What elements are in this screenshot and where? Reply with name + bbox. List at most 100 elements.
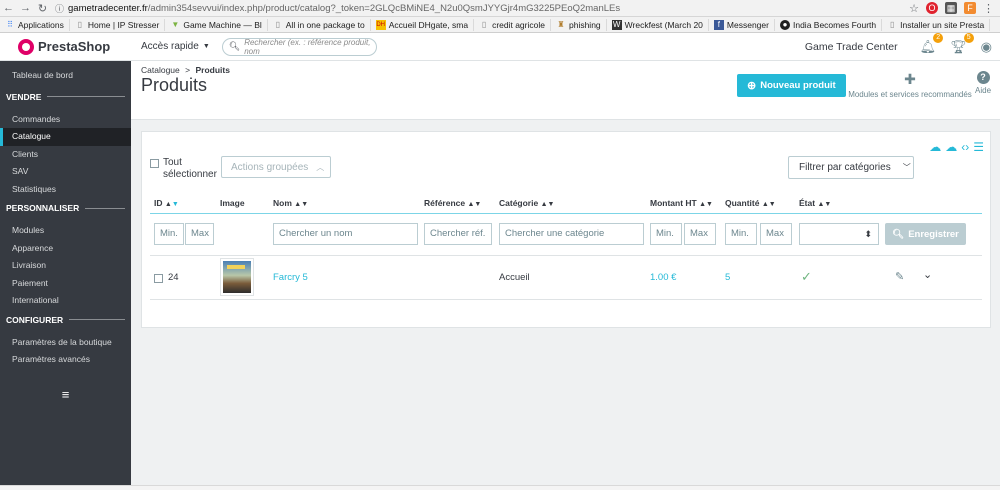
extension-icon[interactable]: F: [964, 2, 976, 14]
sort-icon[interactable]: ▲▼: [817, 201, 831, 208]
price-max-input[interactable]: Max: [684, 223, 716, 245]
id-min-input[interactable]: Min.: [154, 223, 184, 245]
sidebar-item-payment[interactable]: Paiement: [0, 275, 131, 293]
sidebar-item-shop-params[interactable]: Paramètres de la boutique: [0, 334, 131, 352]
quantity-max-input[interactable]: Max: [760, 223, 792, 245]
quantity-min-input[interactable]: Min.: [725, 223, 757, 245]
sort-icon[interactable]: ▲▼: [762, 201, 776, 208]
back-icon[interactable]: ←: [0, 2, 17, 14]
column-header-id[interactable]: ID ▲▼: [154, 198, 179, 208]
column-header-reference[interactable]: Référence ▲▼: [424, 198, 481, 208]
sort-icon[interactable]: ▲▼: [467, 201, 481, 208]
sidebar-item-dashboard[interactable]: Tableau de bord: [0, 67, 131, 85]
sort-icon[interactable]: ▲▼: [294, 201, 308, 208]
save-filters-button[interactable]: 🔍︎ Enregistrer: [885, 223, 966, 245]
reference-search-input[interactable]: Chercher réf.: [424, 223, 492, 245]
url-field[interactable]: ⓘ gametradecenter.fr/admin354sevvui/inde…: [55, 2, 620, 15]
category-filter-label: Filtrer par catégories: [799, 162, 891, 173]
check-icon[interactable]: ✓: [801, 269, 812, 285]
reload-icon[interactable]: ↻: [34, 2, 51, 15]
account-icon[interactable]: ◉: [981, 39, 992, 55]
product-name-link[interactable]: Farcry 5: [273, 272, 308, 283]
bookmark-label: credit agricole: [492, 19, 545, 30]
star-icon[interactable]: ☆: [909, 2, 919, 15]
column-header-quantity[interactable]: Quantité ▲▼: [725, 198, 776, 208]
bookmark-item[interactable]: DH Accueil DHgate, sma: [371, 18, 475, 31]
trophy-icon[interactable]: 🏆︎ 5: [950, 32, 974, 55]
breadcrumb: Catalogue > Produits: [141, 65, 230, 75]
page-icon: ▯: [889, 19, 895, 29]
new-product-button[interactable]: ⊕ Nouveau produit: [737, 74, 846, 97]
sort-icon[interactable]: ▲▼: [699, 201, 713, 208]
bookmark-item[interactable]: ▼ Game Machine — Bl: [165, 18, 268, 31]
bookmark-item[interactable]: ▯ Home | IP Stresser: [70, 18, 166, 31]
column-header-category[interactable]: Catégorie ▲▼: [499, 198, 554, 208]
bookmark-label: India Becomes Fourth: [792, 19, 877, 30]
sidebar-item-advanced-params[interactable]: Paramètres avancés: [0, 351, 131, 369]
help-icon: ?: [976, 71, 990, 84]
column-header-status[interactable]: État ▲▼: [799, 198, 831, 208]
list-icon[interactable]: ☰: [973, 140, 984, 154]
forward-icon[interactable]: →: [17, 2, 34, 14]
sidebar-item-catalog[interactable]: Catalogue: [0, 128, 131, 146]
breadcrumb-catalog[interactable]: Catalogue: [141, 65, 180, 75]
menu-collapse-icon[interactable]: ≡: [0, 387, 131, 402]
edit-icon[interactable]: ✎: [895, 270, 904, 283]
search-input[interactable]: 🔍︎ Rechercher (ex. : référence produit, …: [221, 37, 377, 56]
bookmark-item[interactable]: ● India Becomes Fourth: [775, 18, 883, 31]
bookmark-item[interactable]: ▯ Installer un site Presta: [882, 18, 991, 31]
extension-icon[interactable]: ▦: [945, 2, 957, 14]
bulk-actions-label: Actions groupées: [231, 161, 309, 173]
menu-icon[interactable]: ⋮: [983, 2, 994, 15]
price-min-input[interactable]: Min.: [650, 223, 682, 245]
bookmark-item[interactable]: f Messenger: [709, 18, 775, 31]
name-search-input[interactable]: Chercher un nom: [273, 223, 418, 245]
sidebar-item-appearance[interactable]: Apparence: [0, 240, 131, 258]
quick-access-menu[interactable]: Accès rapide ▼: [141, 41, 210, 52]
category-search-input[interactable]: Chercher une catégorie: [499, 223, 644, 245]
help-label: Aide: [975, 86, 992, 95]
cloud-download-icon[interactable]: ☁: [945, 140, 957, 154]
recommended-modules-link[interactable]: ✚ Modules et services recommandés: [848, 71, 972, 99]
product-price[interactable]: 1.00 €: [650, 272, 676, 283]
sidebar-item-stats[interactable]: Statistiques: [0, 181, 131, 199]
product-thumbnail[interactable]: [220, 258, 254, 296]
status-select[interactable]: ⬍: [799, 223, 879, 245]
bell-icon[interactable]: 🔔︎ 2: [920, 32, 944, 55]
page-header: Catalogue > Produits Produits ⊕ Nouveau …: [131, 61, 1000, 120]
help-link[interactable]: ? Aide: [975, 71, 991, 95]
logo-icon: [18, 38, 34, 55]
column-header-name[interactable]: Nom ▲▼: [273, 198, 308, 208]
code-icon[interactable]: ‹›: [961, 140, 969, 154]
chevron-down-icon[interactable]: ⌄: [923, 268, 932, 281]
checkbox[interactable]: [150, 159, 159, 168]
id-max-input[interactable]: Max: [185, 223, 214, 245]
sidebar-item-sav[interactable]: SAV: [0, 163, 131, 181]
sidebar-item-modules[interactable]: Modules: [0, 222, 131, 240]
chevron-down-icon: ﹀: [902, 163, 911, 172]
select-all-checkbox[interactable]: Tout sélectionner: [150, 157, 227, 181]
bookmark-item[interactable]: ▯ All in one package to: [268, 18, 371, 31]
column-header-image: Image: [220, 198, 245, 208]
bulk-actions-dropdown[interactable]: Actions groupées ︿: [221, 156, 331, 178]
category-filter-dropdown[interactable]: Filtrer par catégories ﹀: [788, 156, 914, 179]
chevron-up-icon: ︿: [316, 162, 325, 172]
sort-icon[interactable]: ▲▼: [541, 201, 555, 208]
product-quantity[interactable]: 5: [725, 272, 730, 283]
cloud-upload-icon[interactable]: ☁: [929, 140, 941, 154]
row-checkbox[interactable]: [154, 274, 163, 283]
bookmark-applications[interactable]: ⠿ Applications: [0, 18, 70, 31]
prestashop-logo[interactable]: PrestaShop: [0, 38, 131, 55]
sidebar-section-configure: CONFIGURER: [0, 310, 131, 330]
sort-icon[interactable]: ▲▼: [165, 201, 179, 208]
sidebar-item-customers[interactable]: Clients: [0, 146, 131, 164]
shop-name-link[interactable]: Game Trade Center: [805, 41, 898, 53]
opera-icon[interactable]: O: [926, 2, 938, 14]
sidebar-item-international[interactable]: International: [0, 292, 131, 310]
bookmark-item[interactable]: ▯ credit agricole: [474, 18, 551, 31]
sidebar-item-orders[interactable]: Commandes: [0, 111, 131, 129]
column-header-price[interactable]: Montant HT ▲▼: [650, 198, 713, 208]
bookmark-item[interactable]: W Wreckfest (March 20: [607, 18, 709, 31]
bookmark-item[interactable]: ♜ phishing: [551, 18, 607, 31]
sidebar-item-shipping[interactable]: Livraison: [0, 257, 131, 275]
